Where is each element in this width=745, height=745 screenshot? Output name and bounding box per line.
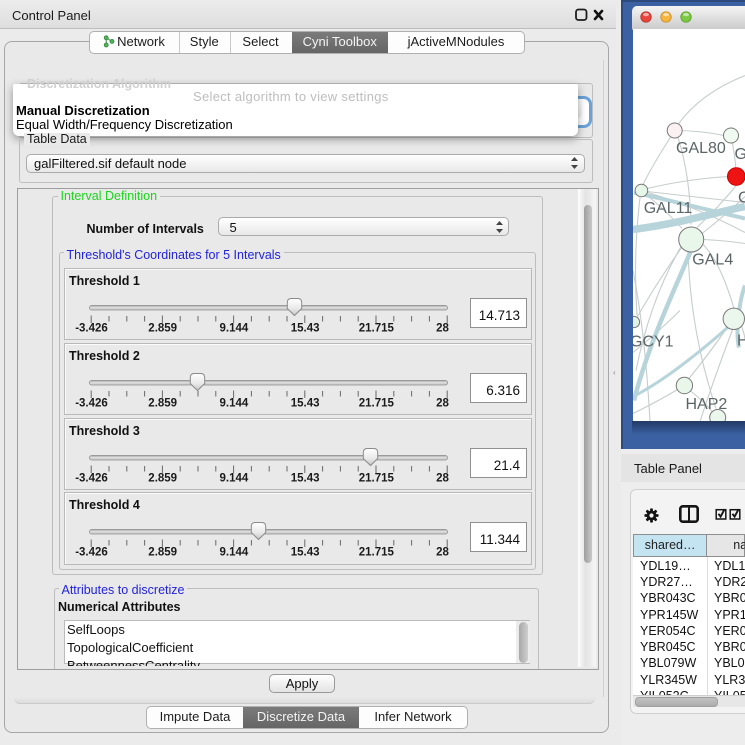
svg-text:9.144: 9.144 — [219, 398, 248, 410]
svg-text:2.859: 2.859 — [148, 473, 177, 485]
svg-text:28: 28 — [436, 398, 449, 410]
svg-text:2.859: 2.859 — [148, 323, 177, 335]
svg-text:-3.426: -3.426 — [75, 323, 108, 335]
svg-text:H: H — [737, 332, 745, 349]
svg-text:9.144: 9.144 — [219, 473, 248, 485]
svg-text:GAL11: GAL11 — [644, 200, 693, 217]
svg-text:GAL4: GAL4 — [692, 251, 733, 268]
svg-text:21.715: 21.715 — [358, 547, 394, 559]
svg-text:GAL80: GAL80 — [676, 140, 726, 157]
svg-text:28: 28 — [436, 547, 449, 559]
svg-text:-3.426: -3.426 — [75, 547, 108, 559]
svg-text:21.715: 21.715 — [358, 473, 394, 485]
svg-text:15.43: 15.43 — [290, 547, 319, 559]
svg-text:21.715: 21.715 — [358, 323, 394, 335]
svg-text:28: 28 — [436, 323, 449, 335]
svg-text:15.43: 15.43 — [290, 398, 319, 410]
svg-text:GA: GA — [735, 146, 745, 163]
svg-text:15.43: 15.43 — [290, 323, 319, 335]
svg-text:28: 28 — [436, 473, 449, 485]
svg-text:-3.426: -3.426 — [75, 398, 108, 410]
svg-text:C: C — [738, 189, 745, 206]
svg-text:21.715: 21.715 — [358, 398, 394, 410]
svg-text:15.43: 15.43 — [290, 473, 319, 485]
svg-text:2.859: 2.859 — [148, 398, 177, 410]
svg-text:HAP2: HAP2 — [686, 396, 728, 413]
svg-text:2.859: 2.859 — [148, 547, 177, 559]
svg-text:GCY1: GCY1 — [633, 333, 674, 350]
svg-text:9.144: 9.144 — [219, 323, 248, 335]
svg-text:9.144: 9.144 — [219, 547, 248, 559]
svg-text:-3.426: -3.426 — [75, 473, 108, 485]
